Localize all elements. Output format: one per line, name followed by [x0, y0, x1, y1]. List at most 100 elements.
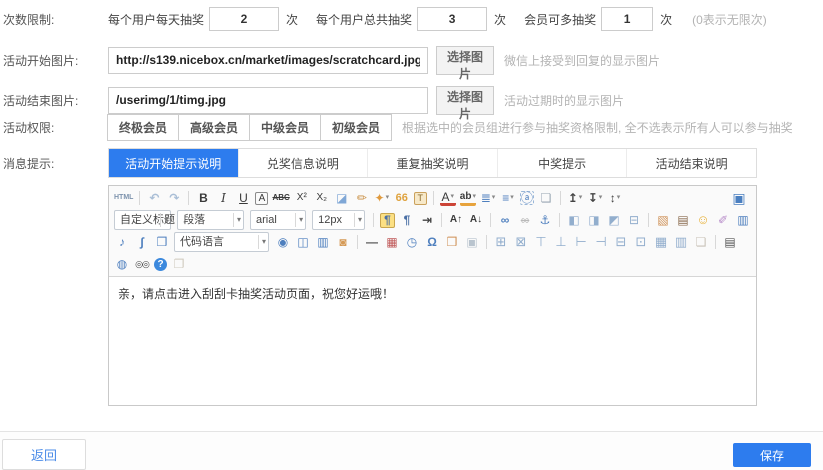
subscript-icon[interactable]: X₂ [314, 190, 330, 206]
date-icon[interactable]: ▦ [384, 234, 400, 250]
custom-title-select[interactable]: 自定义标题 [114, 210, 171, 230]
font-family-select[interactable]: arial [250, 210, 306, 230]
end-image-url-input[interactable] [108, 87, 428, 114]
font-border-icon[interactable]: A [255, 192, 268, 205]
anchor-style-icon[interactable]: ⓐ [520, 191, 534, 205]
template-icon[interactable]: ❒ [444, 234, 460, 250]
start-image-url-input[interactable] [108, 47, 428, 74]
auto-typeset-icon[interactable]: ✦ [374, 190, 390, 206]
table-title-row-icon[interactable]: ⊥ [553, 234, 569, 250]
message-tab[interactable]: 活动开始提示说明 [109, 149, 238, 177]
search-replace-icon[interactable]: ◎◎ [134, 256, 150, 272]
member-level-button[interactable]: 终极会员 [107, 114, 179, 141]
highlight-color-icon[interactable]: ab [460, 190, 476, 206]
limit-count-input[interactable] [417, 7, 487, 31]
video-icon[interactable]: ▥ [735, 212, 751, 228]
html-source-icon[interactable]: HTML [114, 190, 133, 206]
screenshot-icon[interactable]: ◙ [335, 234, 351, 250]
limit-count-input[interactable] [601, 7, 653, 31]
editor-toolbar: HTML↶↷BIUAABCX²X₂◪✏✦66TAab≣≡ⓐ❏↥↧↕▣ 自定义标题… [109, 186, 756, 277]
member-level-button[interactable]: 中级会员 [249, 114, 321, 141]
format-painter-icon[interactable]: ✏ [354, 190, 370, 206]
chart-icon[interactable]: ◫ [295, 234, 311, 250]
redo-icon[interactable]: ↷ [166, 190, 182, 206]
toolbar-separator [490, 213, 491, 227]
paragraph-spacing-top-icon[interactable]: ↥ [567, 190, 583, 206]
editor-content[interactable]: 亲，请点击进入刮刮卡抽奖活动页面，祝您好运哦！ [109, 277, 756, 412]
preview-icon[interactable]: ◍ [114, 256, 130, 272]
link-icon[interactable]: ∞ [497, 212, 513, 228]
image-float-right-icon[interactable]: ◩ [606, 212, 622, 228]
attachment-icon[interactable]: ∫ [134, 234, 150, 250]
insert-row-icon[interactable]: ⊢ [573, 234, 589, 250]
rtl-icon[interactable]: ¶ [399, 212, 415, 228]
delete-row-icon[interactable]: ⊟ [613, 234, 629, 250]
undo-icon[interactable]: ↶ [146, 190, 162, 206]
paste-word-icon[interactable]: T [414, 192, 427, 205]
limit-field-suffix: 次 [660, 11, 672, 28]
back-button[interactable]: 返回 [2, 439, 86, 470]
editor-toolbar-row-2: 自定义标题段落arial12px¶¶⇥A↑A↓∞∞⚓◧◨◩⊟▧▤☺✐▥ [112, 209, 753, 231]
map-icon[interactable]: ◉ [275, 234, 291, 250]
time-icon[interactable]: ◷ [404, 234, 420, 250]
message-tab[interactable]: 中奖提示 [497, 149, 627, 177]
paragraph-spacing-bottom-icon[interactable]: ↧ [587, 190, 603, 206]
paste-icon[interactable]: ❐ [171, 256, 187, 272]
delete-col-icon[interactable]: ⊡ [633, 234, 649, 250]
print-icon[interactable]: ▤ [722, 234, 738, 250]
superscript-icon[interactable]: X² [294, 190, 310, 206]
font-size-up-icon[interactable]: A↑ [448, 212, 464, 228]
font-size-down-icon[interactable]: A↓ [468, 212, 484, 228]
unlink-icon[interactable]: ∞ [517, 212, 533, 228]
message-tab[interactable]: 活动结束说明 [626, 149, 756, 177]
ordered-list-icon[interactable]: ≣ [480, 190, 496, 206]
member-level-button[interactable]: 高级会员 [178, 114, 250, 141]
ltr-icon[interactable]: ¶ [380, 213, 395, 228]
blockquote-icon[interactable]: 66 [394, 190, 410, 206]
anchor-icon[interactable]: ⚓ [537, 212, 553, 228]
image-inline-icon[interactable]: ◨ [586, 212, 602, 228]
split-cells-icon[interactable]: ▥ [673, 234, 689, 250]
insert-image-icon[interactable]: ▧ [655, 212, 671, 228]
insert-table-icon[interactable]: ⊞ [493, 234, 509, 250]
message-tab[interactable]: 重复抽奖说明 [367, 149, 497, 177]
paragraph-select[interactable]: 段落 [177, 210, 244, 230]
code-language-select[interactable]: 代码语言 [174, 232, 269, 252]
underline-icon[interactable]: U [235, 190, 251, 206]
background-icon[interactable]: ▣ [464, 234, 480, 250]
columns-icon[interactable]: ▥ [315, 234, 331, 250]
start-image-pick-button[interactable]: 选择图片 [436, 46, 494, 75]
bold-icon[interactable]: B [195, 190, 211, 206]
message-tab[interactable]: 兑奖信息说明 [238, 149, 368, 177]
help-icon[interactable]: ? [154, 258, 167, 271]
image-float-left-icon[interactable]: ◧ [566, 212, 582, 228]
image-manager-icon[interactable]: ▤ [675, 212, 691, 228]
font-color-icon[interactable]: A [440, 190, 456, 206]
toolbar-separator [560, 191, 561, 205]
merge-cells-icon[interactable]: ▦ [653, 234, 669, 250]
save-button[interactable]: 保存 [733, 443, 811, 467]
doc-icon[interactable]: ❏ [693, 234, 709, 250]
font-size-select[interactable]: 12px [312, 210, 365, 230]
scrawl-icon[interactable]: ✐ [715, 212, 731, 228]
limit-count-input[interactable] [209, 7, 279, 31]
unordered-list-icon[interactable]: ≡ [500, 190, 516, 206]
table-title-icon[interactable]: ⊤ [533, 234, 549, 250]
insert-col-icon[interactable]: ⊣ [593, 234, 609, 250]
strikethrough-icon[interactable]: ABC [272, 190, 289, 206]
fullscreen-icon[interactable]: ▣ [731, 190, 747, 206]
delete-table-icon[interactable]: ⊠ [513, 234, 529, 250]
line-spacing-icon[interactable]: ↕ [607, 190, 623, 206]
emotion-icon[interactable]: ☺ [695, 212, 711, 228]
special-char-icon[interactable]: Ω [424, 234, 440, 250]
italic-icon[interactable]: I [215, 190, 231, 206]
eraser-icon[interactable]: ◪ [334, 190, 350, 206]
music-icon[interactable]: ♪ [114, 234, 130, 250]
end-image-pick-button[interactable]: 选择图片 [436, 86, 494, 115]
indent-icon[interactable]: ⇥ [419, 212, 435, 228]
insert-frame-icon[interactable]: ❒ [154, 234, 170, 250]
image-center-icon[interactable]: ⊟ [626, 212, 642, 228]
member-level-button[interactable]: 初级会员 [320, 114, 392, 141]
blank-doc-icon[interactable]: ❏ [538, 190, 554, 206]
horizontal-rule-icon[interactable]: — [364, 234, 380, 250]
